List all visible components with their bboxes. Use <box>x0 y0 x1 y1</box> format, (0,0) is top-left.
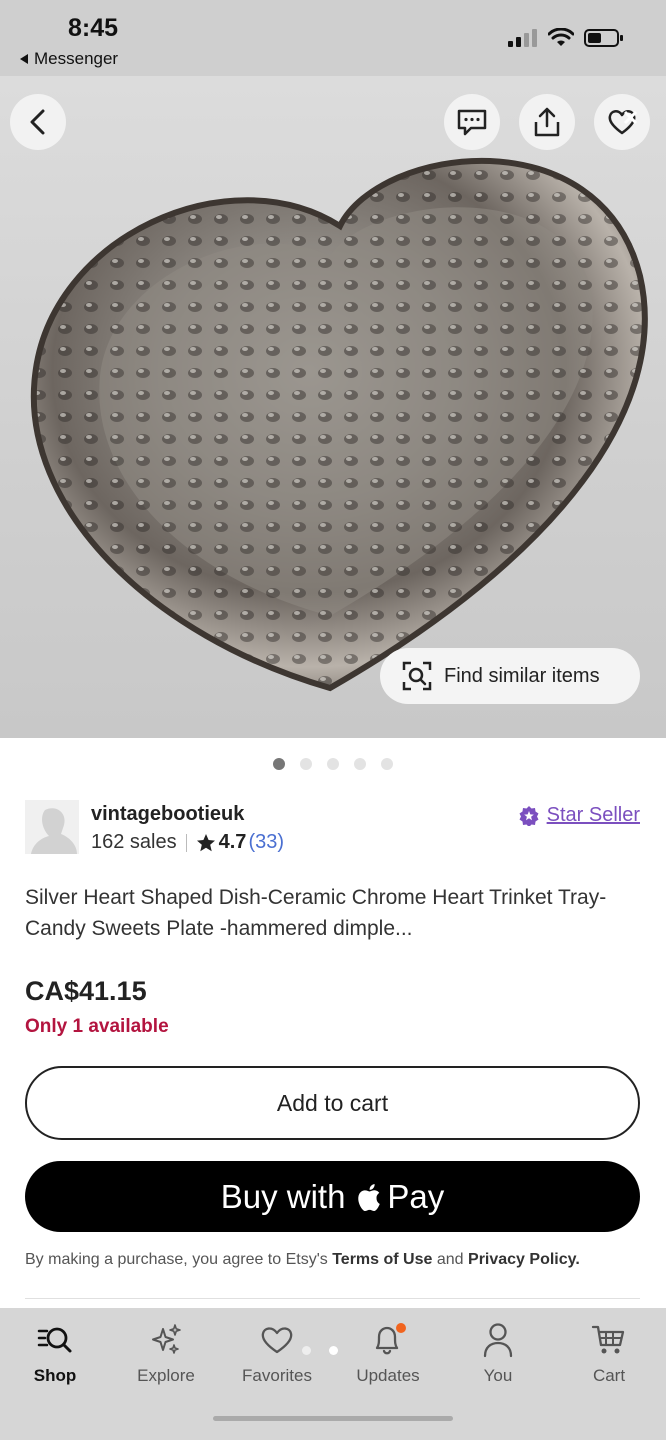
nav-cart[interactable]: Cart <box>559 1320 659 1386</box>
find-similar-button[interactable]: Find similar items <box>380 648 640 704</box>
shop-avatar[interactable] <box>25 800 79 854</box>
person-icon <box>483 1323 513 1358</box>
nav-updates-label: Updates <box>356 1366 420 1385</box>
heart-outline-icon <box>608 110 637 135</box>
chat-bubble-icon <box>457 109 487 136</box>
heart-icon <box>261 1327 293 1354</box>
visual-search-icon <box>402 661 432 691</box>
share-button[interactable] <box>519 94 575 150</box>
seller-row[interactable]: vintagebootieuk 162 sales 4.7 (33) Star … <box>25 800 640 856</box>
avatar-silhouette-icon <box>25 800 79 854</box>
image-carousel-dots <box>0 758 666 770</box>
signal-icon <box>508 29 537 47</box>
rating-value: 4.7 <box>218 831 247 853</box>
favorite-button[interactable] <box>594 94 650 150</box>
back-to-app-link[interactable]: Messenger <box>20 49 118 69</box>
availability-text: Only 1 available <box>25 1016 169 1037</box>
add-to-cart-button[interactable]: Add to cart <box>25 1066 640 1140</box>
nav-shop-label: Shop <box>33 1366 77 1385</box>
share-icon <box>534 107 560 137</box>
home-indicator[interactable] <box>213 1416 453 1421</box>
heart-dish-photo <box>30 158 648 692</box>
back-triangle-icon <box>20 54 28 64</box>
carousel-dot[interactable] <box>300 758 312 770</box>
nav-explore[interactable]: Explore <box>116 1320 216 1386</box>
buy-with-label: Buy with <box>220 1177 346 1215</box>
star-seller-badge[interactable]: Star Seller <box>519 804 640 827</box>
sales-count: 162 sales <box>91 831 177 853</box>
carousel-dot[interactable] <box>273 758 285 770</box>
bell-icon <box>375 1323 406 1355</box>
carousel-dot[interactable] <box>354 758 366 770</box>
battery-icon <box>584 29 623 47</box>
page-indicator <box>302 1346 338 1355</box>
legal-and: and <box>436 1251 464 1268</box>
listing-price: CA$41.15 <box>25 976 147 1006</box>
nav-updates[interactable]: Updates <box>338 1320 438 1386</box>
shop-name[interactable]: vintagebootieuk <box>91 803 244 826</box>
shop-meta: 162 sales 4.7 (33) <box>91 831 284 854</box>
status-bar: 8:45 Messenger <box>0 0 666 76</box>
find-similar-label: Find similar items <box>444 664 600 687</box>
apple-logo-icon <box>358 1183 381 1211</box>
carousel-dot[interactable] <box>327 758 339 770</box>
terms-link[interactable]: Terms of Use <box>332 1251 432 1268</box>
page-dot <box>302 1346 311 1355</box>
nav-cart-label: Cart <box>592 1366 626 1385</box>
nav-shop[interactable]: Shop <box>5 1320 105 1386</box>
status-icons <box>508 28 624 48</box>
divider <box>25 1298 640 1299</box>
legal-prefix: By making a purchase, you agree to Etsy'… <box>25 1251 328 1268</box>
star-icon <box>196 833 215 851</box>
pay-label: Pay <box>387 1177 445 1215</box>
star-seller-icon <box>519 805 539 826</box>
listing-title: Silver Heart Shaped Dish-Ceramic Chrome … <box>25 886 607 940</box>
nav-favorites-label: Favorites <box>242 1366 312 1385</box>
nav-you-label: You <box>483 1366 513 1385</box>
add-to-cart-label: Add to cart <box>276 1089 389 1116</box>
page-dot-active <box>329 1346 338 1355</box>
nav-explore-label: Explore <box>137 1366 195 1385</box>
sparkle-icon <box>152 1324 181 1354</box>
apple-pay-button[interactable]: Buy with Pay <box>25 1161 640 1232</box>
nav-you[interactable]: You <box>448 1320 548 1386</box>
wifi-icon <box>548 28 574 46</box>
product-image[interactable]: Find similar items <box>0 76 666 738</box>
star-seller-label: Star Seller <box>546 804 640 826</box>
carousel-dot[interactable] <box>381 758 393 770</box>
privacy-link[interactable]: Privacy Policy. <box>468 1251 580 1268</box>
cart-icon <box>591 1325 625 1354</box>
message-seller-button[interactable] <box>444 94 500 150</box>
notification-dot <box>396 1323 406 1333</box>
chevron-left-icon <box>30 109 45 135</box>
back-button[interactable] <box>10 94 66 150</box>
status-time: 8:45 <box>68 14 119 42</box>
meta-separator <box>185 833 187 852</box>
review-count-link[interactable]: (33) <box>248 831 284 854</box>
back-app-label: Messenger <box>34 49 119 68</box>
legal-notice: By making a purchase, you agree to Etsy'… <box>25 1251 645 1269</box>
shop-search-icon <box>37 1327 72 1353</box>
